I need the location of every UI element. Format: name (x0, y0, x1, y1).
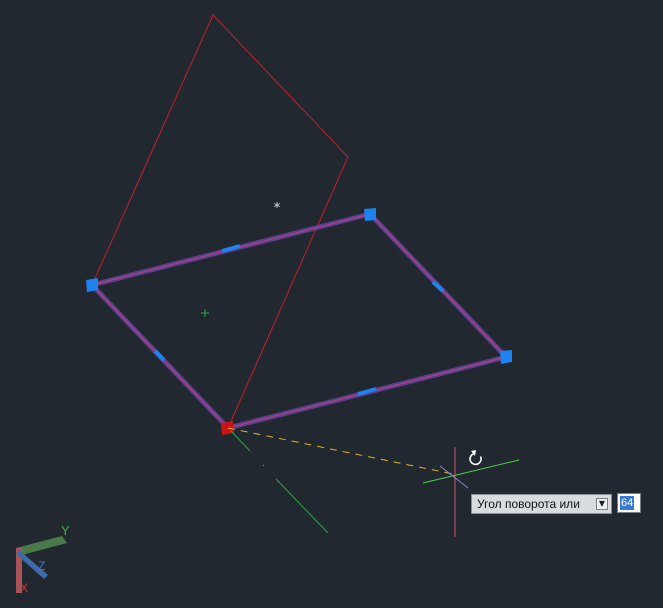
rotation-angle-value[interactable]: 64 (620, 496, 635, 510)
rotation-rubber-band (227, 427, 454, 475)
polar-tracking-line-far (275, 478, 329, 534)
dynamic-input-prompt[interactable]: Угол поворота или ▼ (471, 494, 612, 514)
rotate-arrow-icon (469, 450, 482, 466)
corner-grip-left[interactable] (86, 278, 98, 292)
rotation-preview-outline (91, 14, 349, 429)
corner-grip-top[interactable] (364, 208, 376, 221)
rotation-angle-prompt-label: Угол поворота или (477, 497, 580, 511)
ucs-y-label: Y (61, 523, 70, 538)
polar-tracking-line (230, 430, 251, 452)
corner-grip-right[interactable] (500, 350, 512, 364)
model-space-canvas[interactable]: * Y Z X (0, 0, 663, 608)
polar-tracking-line-dot (262, 464, 265, 467)
ucs-x-label: X (20, 581, 28, 595)
selected-rectangle-highlight (89, 211, 509, 431)
center-marker (201, 309, 209, 317)
dropdown-arrow-icon[interactable]: ▼ (596, 498, 608, 510)
snap-marker-icon: * (274, 201, 281, 216)
base-point-grip[interactable] (221, 421, 234, 435)
selected-rectangle[interactable] (90, 213, 508, 429)
drawing-viewport[interactable]: * Y Z X Угол поворота или ▼ 64 (0, 0, 663, 608)
rotation-angle-input[interactable]: 64 (617, 493, 641, 513)
ucs-icon: Y Z X (16, 523, 70, 595)
ucs-z-label: Z (38, 559, 45, 573)
